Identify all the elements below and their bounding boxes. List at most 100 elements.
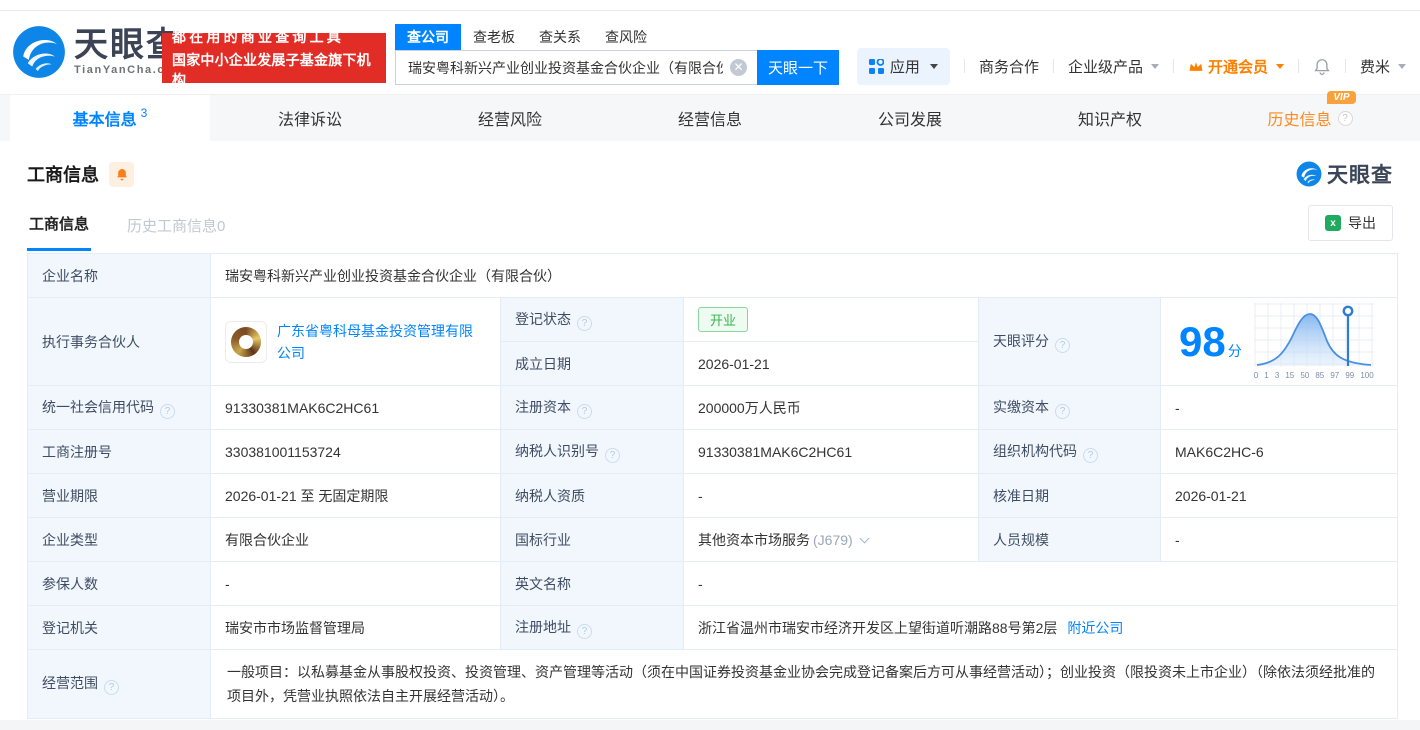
field-value-tianyan-score: 98 分 0 1 3 15 50 85 97 99 100 <box>1160 297 1398 386</box>
search-tab-company[interactable]: 查公司 <box>395 24 461 50</box>
chevron-down-icon <box>1398 63 1406 69</box>
tab-operation-risk[interactable]: 经营风险 <box>410 95 610 141</box>
field-value-reg-capital: 200000万人民币 <box>683 385 979 430</box>
field-value-insured-count: - <box>210 561 501 606</box>
search-tab-relation[interactable]: 查关系 <box>527 24 593 50</box>
tianyancha-watermark-icon <box>1296 161 1322 187</box>
field-value-business-term: 2026-01-21 至 无固定期限 <box>210 473 501 518</box>
table-row: 经营范围? 一般项目：以私募基金从事股权投资、投资管理、资产管理等活动（须在中国… <box>27 649 1398 719</box>
help-icon[interactable]: ? <box>605 447 620 463</box>
field-label-approval-date: 核准日期 <box>978 473 1161 518</box>
table-row: 参保人数 - 英文名称 - <box>27 561 1398 606</box>
enterprise-products-menu[interactable]: 企业级产品 <box>1068 56 1159 77</box>
field-label-reg-capital: 注册资本? <box>500 385 684 430</box>
table-row: 企业类型 有限合伙企业 国标行业 其他资本市场服务 (J679) 人员规模 - <box>27 517 1398 562</box>
search-button[interactable]: 天眼一下 <box>757 50 839 85</box>
business-cooperation-link[interactable]: 商务合作 <box>979 56 1039 77</box>
field-value-taxpayer-quality: - <box>683 473 979 518</box>
nearby-companies-link[interactable]: 附近公司 <box>1067 620 1123 636</box>
field-label-taxpayer-quality: 纳税人资质 <box>500 473 684 518</box>
tab-intellectual-property[interactable]: 知识产权 <box>1010 95 1210 141</box>
tianyancha-logo[interactable]: 天眼查 TianYanCha.com <box>12 25 185 79</box>
divider <box>1172 59 1174 73</box>
field-value-establish-date: 2026-01-21 <box>683 341 979 386</box>
search-tab-boss[interactable]: 查老板 <box>461 24 527 50</box>
field-label-business-scope: 经营范围? <box>27 649 211 719</box>
field-value-reg-status: 开业 <box>683 297 979 342</box>
help-icon[interactable]: ? <box>577 403 592 419</box>
user-menu[interactable]: 费米 <box>1360 56 1406 77</box>
clear-search-icon[interactable]: ✕ <box>730 59 747 76</box>
field-label-business-term: 营业期限 <box>27 473 211 518</box>
field-label-reg-status: 登记状态? <box>500 297 684 342</box>
subscribe-bell-icon[interactable] <box>109 161 134 187</box>
search-area: 查公司 查老板 查关系 查风险 ✕ 天眼一下 <box>395 24 839 85</box>
table-row: 工商注册号 330381001153724 纳税人识别号? 91330381MA… <box>27 429 1398 474</box>
apps-menu[interactable]: 应用 <box>856 47 950 85</box>
help-icon[interactable]: ? <box>1083 447 1098 463</box>
table-row: 执行事务合伙人 广东省粤科母基金投资管理有限公司 登记状态? 开业 天眼评分? … <box>27 297 1398 386</box>
subtab-business-info[interactable]: 工商信息 <box>27 199 92 251</box>
vip-badge: VIP <box>1327 91 1356 104</box>
export-button[interactable]: x 导出 <box>1308 205 1393 241</box>
tab-legal-proceedings[interactable]: 法律诉讼 <box>210 95 410 141</box>
help-icon[interactable]: ? <box>104 680 119 695</box>
business-info-table: 企业名称 瑞安粤科新兴产业创业投资基金合伙企业（有限合伙） 执行事务合伙人 广东… <box>27 253 1398 719</box>
field-value-business-scope: 一般项目：以私募基金从事股权投资、投资管理、资产管理等活动（须在中国证券投资基金… <box>210 649 1398 719</box>
field-label-paid-capital: 实缴资本? <box>978 385 1161 430</box>
username: 费米 <box>1359 58 1390 76</box>
help-icon[interactable]: ? <box>577 315 592 331</box>
business-info-section: 工商信息 天眼查 工商信息 历史工商信息0 x 导出 企业名称 瑞安粤科新兴产业… <box>0 141 1420 719</box>
field-label-tianyan-score: 天眼评分? <box>978 297 1161 386</box>
field-label-insured-count: 参保人数 <box>27 561 211 606</box>
field-value-english-name: - <box>683 561 1398 606</box>
tianyancha-logo-icon <box>13 26 65 78</box>
field-value-company-type: 有限合伙企业 <box>210 517 501 562</box>
top-divider <box>0 0 1420 11</box>
expand-industry-icon[interactable] <box>859 533 870 543</box>
field-label-executive-partner: 执行事务合伙人 <box>27 297 211 386</box>
field-label-company-name: 企业名称 <box>27 253 211 298</box>
basic-info-count: 3 <box>140 106 148 120</box>
search-input[interactable] <box>395 50 757 85</box>
field-value-paid-capital: - <box>1160 385 1398 430</box>
tab-operation-info[interactable]: 经营信息 <box>610 95 810 141</box>
field-value-org-code: MAK6C2HC-6 <box>1160 429 1398 474</box>
help-icon[interactable]: ? <box>160 403 175 419</box>
search-tab-risk[interactable]: 查风险 <box>593 24 659 50</box>
notification-bell-icon[interactable] <box>1313 57 1331 76</box>
help-icon[interactable]: ? <box>577 623 592 639</box>
chevron-down-icon <box>1150 63 1159 69</box>
slogan-line-1: 都在用的商业查询工具 <box>172 28 344 45</box>
company-profile-tabs: 基本信息 3 法律诉讼 经营风险 经营信息 公司发展 知识产权 历史信息 VIP… <box>0 91 1420 141</box>
field-value-credit-code: 91330381MAK6C2HC61 <box>210 385 501 430</box>
partner-company-logo <box>225 320 267 363</box>
help-icon[interactable]: ? <box>1337 110 1353 126</box>
score-marker-pin <box>1342 305 1354 317</box>
business-info-subtabs: 工商信息 历史工商信息0 x 导出 <box>27 199 1393 251</box>
slogan-banner: 都在用的商业查询工具 国家中小企业发展子基金旗下机构 <box>162 29 386 88</box>
tab-company-development[interactable]: 公司发展 <box>810 95 1010 141</box>
field-label-staff-size: 人员规模 <box>978 517 1161 562</box>
vip-membership-menu[interactable]: 开通会员 <box>1188 56 1284 77</box>
tab-history-info[interactable]: 历史信息 VIP ? <box>1210 91 1410 141</box>
bottom-strip <box>0 720 1420 730</box>
partner-company-link[interactable]: 广东省粤科母基金投资管理有限公司 <box>277 320 486 364</box>
divider <box>1297 59 1299 73</box>
search-tabs: 查公司 查老板 查关系 查风险 <box>395 24 839 50</box>
field-label-reg-authority: 登记机关 <box>27 605 211 650</box>
help-icon[interactable]: ? <box>1055 337 1070 353</box>
help-icon[interactable]: ? <box>1055 403 1070 419</box>
field-label-taxpayer-id: 纳税人识别号? <box>500 429 684 474</box>
section-title: 工商信息 <box>27 165 99 185</box>
field-value-staff-size: - <box>1160 517 1398 562</box>
tab-basic-info[interactable]: 基本信息 3 <box>10 95 210 141</box>
subtab-history-business-info[interactable]: 历史工商信息0 <box>125 201 227 250</box>
field-value-reg-address: 浙江省温州市瑞安市经济开发区上望街道听潮路88号第2层 附近公司 <box>683 605 1398 650</box>
slogan-line-2: 国家中小企业发展子基金旗下机构 <box>172 51 371 88</box>
chevron-down-icon <box>1275 63 1284 69</box>
field-value-approval-date: 2026-01-21 <box>1160 473 1398 518</box>
field-label-company-type: 企业类型 <box>27 517 211 562</box>
tianyancha-watermark: 天眼查 <box>1296 159 1393 189</box>
score-number: 98 分 <box>1179 317 1242 365</box>
